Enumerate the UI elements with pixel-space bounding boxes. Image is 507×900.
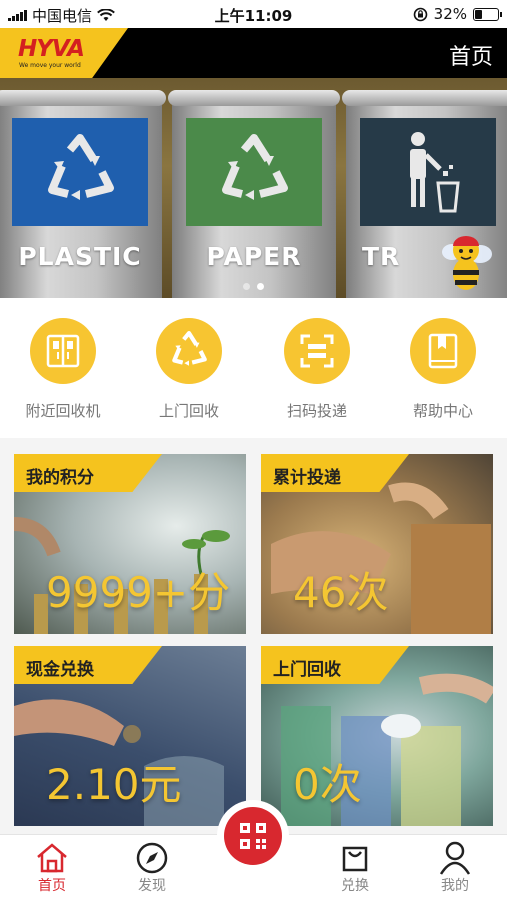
app-header: HYVA We move your world 首页 [0,28,507,78]
tab-label-discover: 发现 [138,878,166,894]
recycle-symbol-icon [12,118,148,226]
card-value-deliveries: 46次 [293,568,389,617]
user-icon [439,841,471,875]
logo-tagline: We move your world [19,62,81,69]
qr-code-icon [240,823,266,849]
tab-home[interactable]: 首页 [12,841,92,895]
recycle-machine-icon [30,318,96,384]
quick-item-nearby-machines[interactable]: 附近回收机 [8,318,118,421]
quick-item-help-center[interactable]: 帮助中心 [388,318,498,421]
recycle-symbol-icon [186,118,322,226]
logo-tab[interactable]: HYVA We move your world [0,28,128,78]
scan-frame-icon [284,318,350,384]
carousel-dot[interactable] [243,283,250,290]
bin-label-plastic: PLASTIC [18,242,142,271]
tab-label-home: 首页 [38,878,66,894]
tab-label-exchange: 兑换 [341,878,369,894]
battery-percent: 32% [433,5,467,23]
tab-label-mine: 我的 [441,878,469,894]
trash-person-icon [360,118,496,226]
scan-button[interactable] [217,800,289,872]
quick-label-nearby: 附近回收机 [25,402,101,420]
page-title: 首页 [448,45,493,70]
carousel-dots [0,283,507,290]
status-bar: 中国电信 上午11:09 32% [0,0,507,28]
book-icon [410,318,476,384]
quick-menu: 附近回收机 上门回收 扫码投递 帮助中心 [0,298,507,438]
card-title-points: 我的积分 [14,454,162,492]
paper-bin: PAPER [168,90,340,298]
tab-exchange[interactable]: 兑换 [315,841,395,895]
card-total-deliveries[interactable]: 累计投递 46次 [261,454,493,634]
quick-label-pickup: 上门回收 [158,402,219,420]
hyva-logo: HYVA [18,36,85,62]
plastic-bin: PLASTIC [0,90,166,298]
card-value-pickup: 0次 [293,760,362,809]
card-home-pickup[interactable]: 上门回收 0次 [261,646,493,826]
quick-item-home-pickup[interactable]: 上门回收 [134,318,244,421]
card-value-cash: 2.10元 [46,760,182,809]
compass-icon [136,842,168,874]
tab-mine[interactable]: 我的 [415,841,495,895]
home-icon [37,843,67,873]
card-my-points[interactable]: 我的积分 9999+分 [14,454,246,634]
banner-carousel[interactable]: PLASTIC PAPER TR [0,78,507,298]
quick-item-scan-deliver[interactable]: 扫码投递 [262,318,372,421]
carousel-dot[interactable] [257,283,264,290]
bin-label-paper: PAPER [206,242,302,271]
card-value-points: 9999+分 [46,568,231,617]
rotation-lock-icon [413,7,427,21]
shopping-bag-icon [342,846,368,872]
recycle-symbol-icon [156,318,222,384]
quick-label-scan: 扫码投递 [286,402,347,420]
battery-icon [473,7,502,21]
status-right: 32% [413,5,502,23]
quick-label-help: 帮助中心 [412,402,473,420]
tab-discover[interactable]: 发现 [112,841,192,895]
card-cash-exchange[interactable]: 现金兑换 2.10元 [14,646,246,826]
battery-fill [475,9,482,19]
